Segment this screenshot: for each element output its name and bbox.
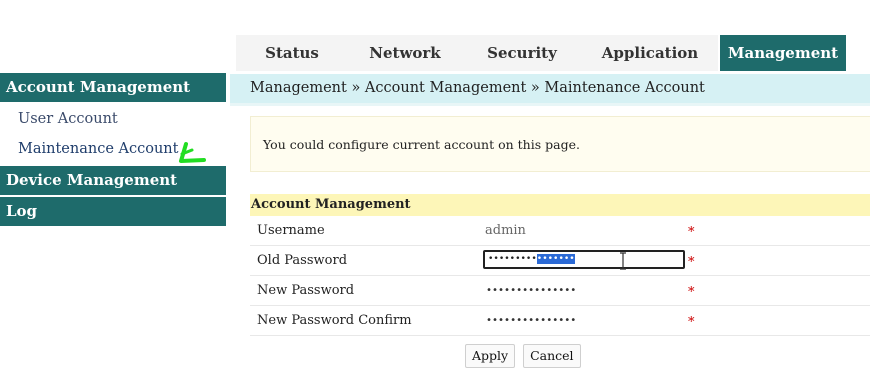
form-row-new-password-confirm: New Password Confirm ••••••••••••••• * [250,306,870,336]
tab-security[interactable]: Security [462,35,582,71]
required-marker: * [688,255,695,270]
tab-management[interactable]: Management [720,35,846,71]
apply-button[interactable]: Apply [465,344,516,368]
old-password-field[interactable]: •••••••••••••••• [483,250,685,269]
required-marker: * [688,285,695,300]
text-cursor-icon [620,252,626,270]
info-message: You could configure current account on t… [250,116,870,172]
breadcrumb: Management » Account Management » Mainte… [230,74,870,103]
required-marker: * [688,225,695,240]
sidebar-section-log[interactable]: Log [0,197,226,226]
old-password-masked: ••••••••• [488,254,537,264]
new-password-label: New Password [257,283,355,298]
new-password-confirm-field[interactable]: ••••••••••••••• [486,306,576,336]
account-form: Username admin * Old Password ••••••••••… [250,216,870,336]
form-row-old-password: Old Password •••••••••••••••• * [250,246,870,276]
form-buttons: Apply Cancel [465,344,581,368]
tab-status[interactable]: Status [236,35,348,71]
cancel-button[interactable]: Cancel [523,344,581,368]
sidebar-section-account-management[interactable]: Account Management [0,73,226,102]
required-marker: * [688,315,695,330]
sidebar-item-user-account[interactable]: User Account [0,104,226,134]
username-value: admin [485,223,526,238]
sidebar-section-device-management[interactable]: Device Management [0,166,226,195]
form-row-new-password: New Password ••••••••••••••• * [250,276,870,306]
top-navigation: Status Network Security Application Mana… [236,35,870,71]
tab-application[interactable]: Application [582,35,718,71]
form-row-username: Username admin * [250,216,870,246]
old-password-label: Old Password [257,253,348,268]
old-password-selection: ••••••• [536,254,575,264]
breadcrumb-divider [230,103,870,106]
new-password-confirm-label: New Password Confirm [257,313,412,328]
new-password-field[interactable]: ••••••••••••••• [486,276,576,306]
username-label: Username [257,223,325,238]
tab-network[interactable]: Network [348,35,462,71]
section-title: Account Management [250,194,870,216]
check-mark-annotation-icon [179,142,206,163]
